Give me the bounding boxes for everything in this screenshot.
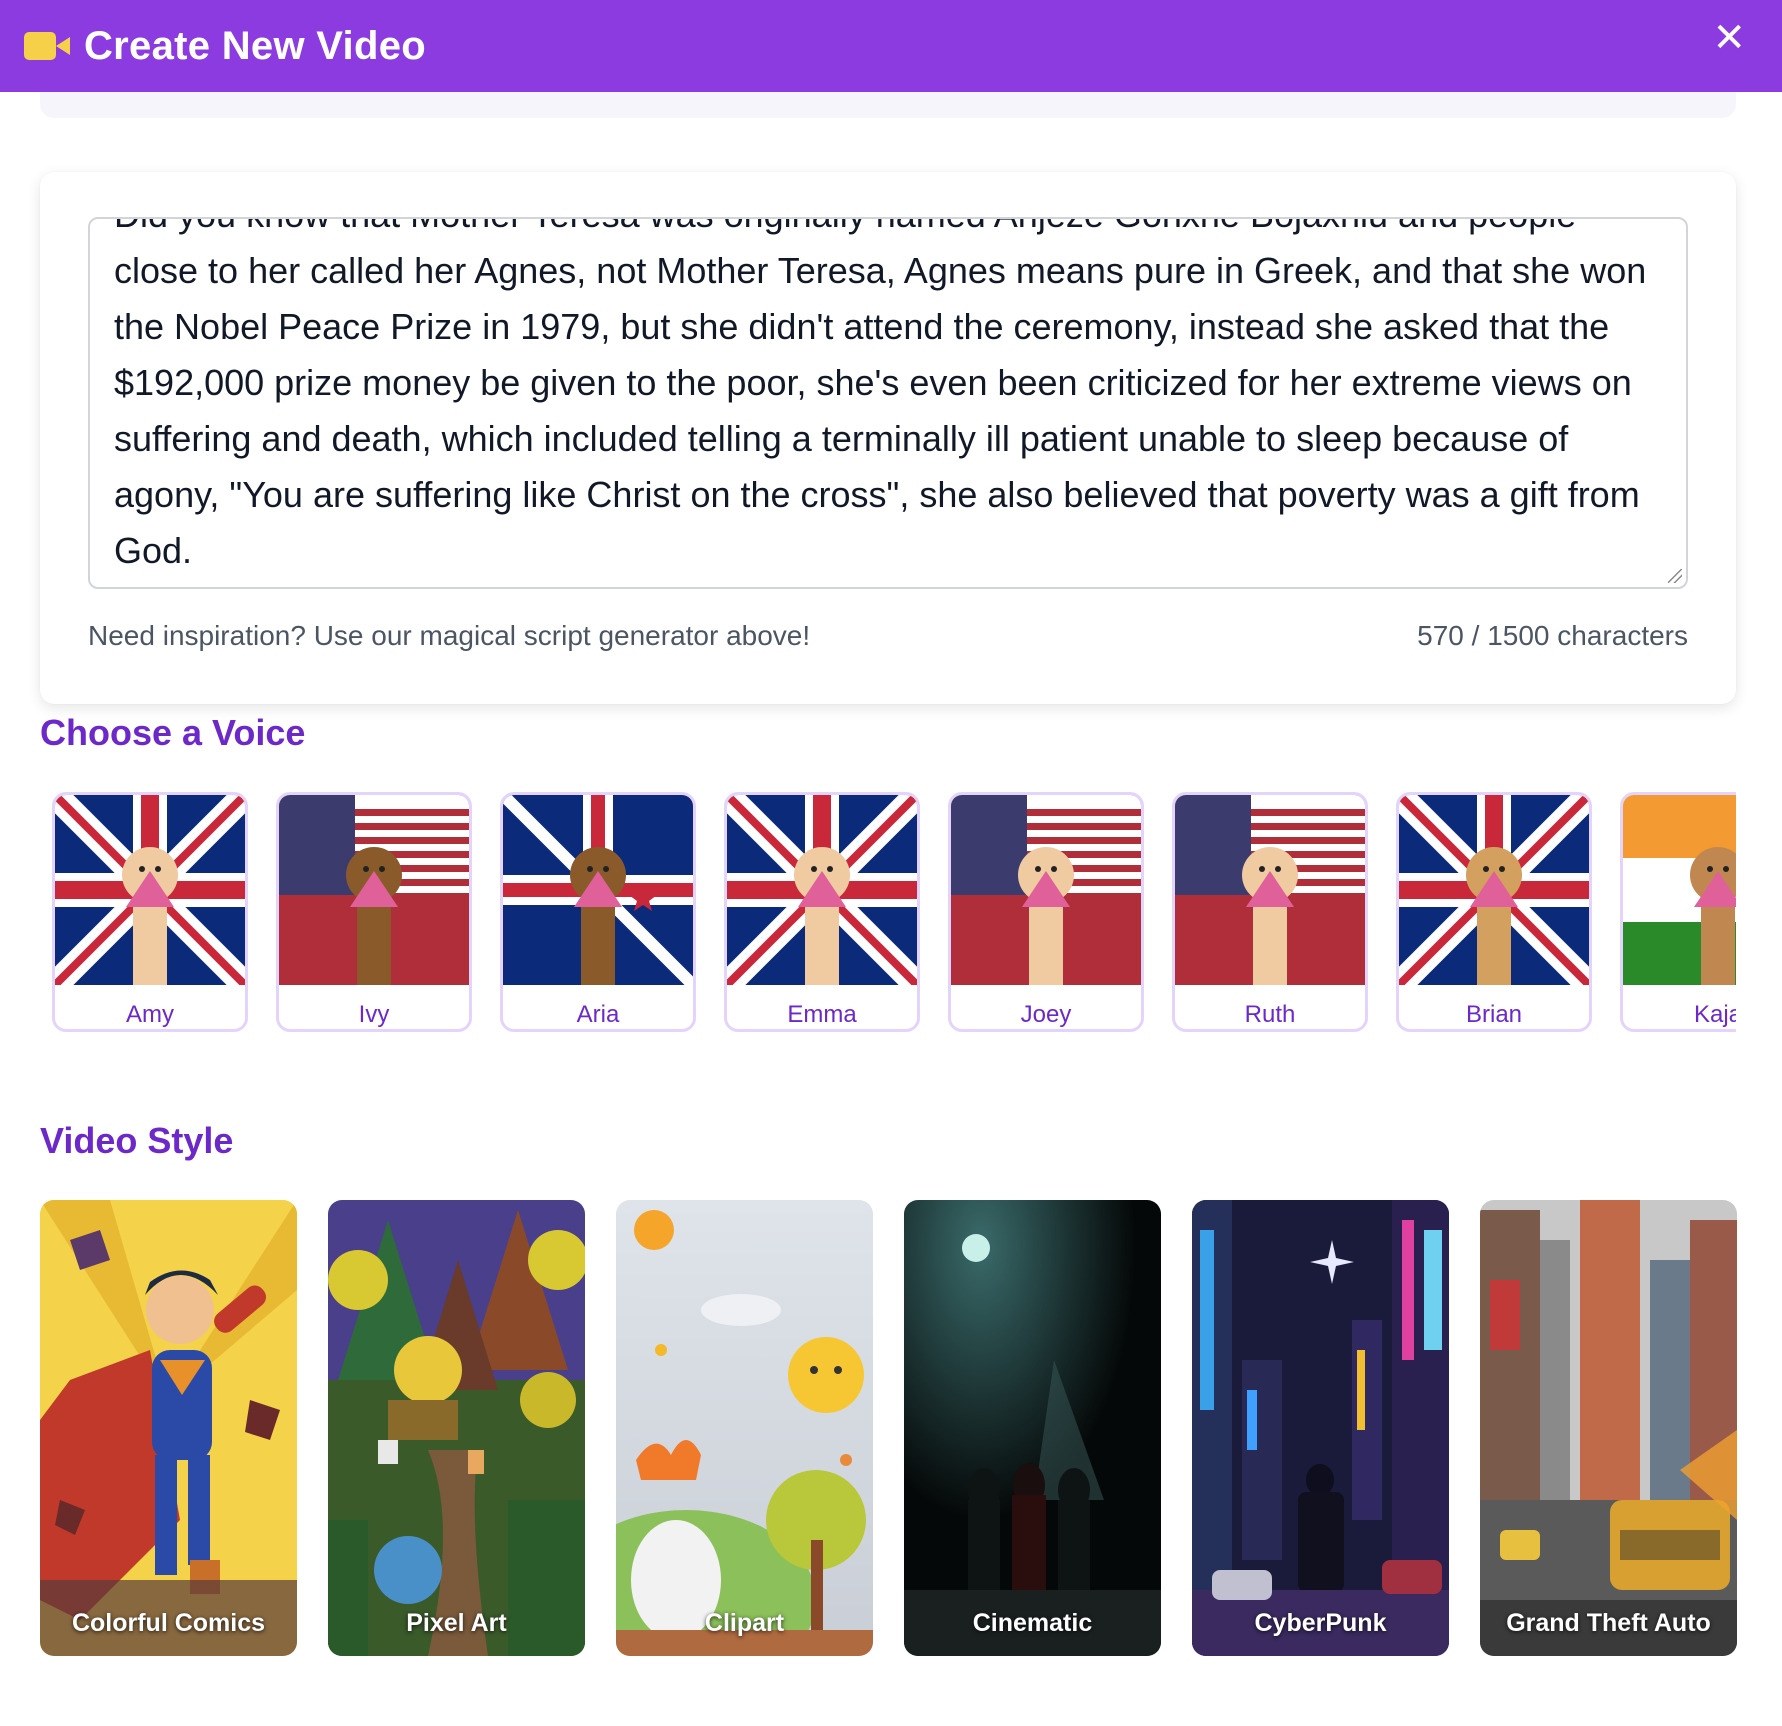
voice-name: Brian xyxy=(1465,1001,1523,1028)
style-card-grand-theft-auto[interactable]: Grand Theft Auto xyxy=(1480,1200,1737,1656)
voice-name: Ivy xyxy=(358,1001,390,1028)
avatar xyxy=(503,795,693,985)
style-section-title: Video Style xyxy=(40,1120,234,1161)
avatar xyxy=(1399,795,1589,985)
comic-hero-thumbnail xyxy=(40,1200,297,1656)
voice-card-brian[interactable]: Brian xyxy=(1396,792,1592,1032)
avatar xyxy=(279,795,469,985)
cyberpunk-city-thumbnail xyxy=(1192,1200,1449,1656)
character-count: 570 / 1500 characters xyxy=(1417,620,1688,651)
style-card-cinematic[interactable]: Cinematic xyxy=(904,1200,1161,1656)
script-hint: Need inspiration? Use our magical script… xyxy=(88,620,811,651)
script-generator-card xyxy=(40,92,1736,118)
modal-title: Create New Video xyxy=(84,23,426,68)
voice-name: Aria xyxy=(576,1001,620,1028)
voice-name: Amy xyxy=(126,1001,174,1028)
avatar xyxy=(1623,795,1736,985)
voice-name: Joey xyxy=(1020,1001,1072,1028)
voice-card-ivy[interactable]: Ivy xyxy=(276,792,472,1032)
avatar xyxy=(727,795,917,985)
voice-card-ruth[interactable]: Ruth xyxy=(1172,792,1368,1032)
cinematic-scene-thumbnail xyxy=(904,1200,1161,1656)
style-label: CyberPunk xyxy=(1254,1609,1387,1637)
script-hidden-line: Did you know that Mother Teresa was orig… xyxy=(114,219,1458,235)
voice-card-joey[interactable]: Joey xyxy=(948,792,1144,1032)
style-card-cyberpunk[interactable]: CyberPunk xyxy=(1192,1200,1449,1656)
style-label: Clipart xyxy=(704,1609,785,1637)
video-camera-icon xyxy=(24,32,70,60)
voice-name: Kaja xyxy=(1693,1001,1736,1028)
voice-list: Amy Ivy Aria Emma Joey Ruth Brian Kaja xyxy=(40,788,1736,1040)
script-text: Did you know that Mother Teresa was orig… xyxy=(114,219,1662,579)
voice-name: Ruth xyxy=(1244,1001,1296,1028)
pixel-forest-thumbnail xyxy=(328,1200,585,1656)
script-textarea[interactable]: Did you know that Mother Teresa was orig… xyxy=(88,217,1688,589)
voice-card-amy[interactable]: Amy xyxy=(52,792,248,1032)
style-list: Colorful Comics Pixel Art Clipart Cinema… xyxy=(40,1200,1737,1656)
avatar xyxy=(1175,795,1365,985)
style-label: Cinematic xyxy=(972,1609,1093,1637)
gta-street-thumbnail xyxy=(1480,1200,1737,1656)
script-card: Did you know that Mother Teresa was orig… xyxy=(40,172,1736,704)
voice-card-kaja[interactable]: Kaja xyxy=(1620,792,1736,1032)
clipart-landscape-thumbnail xyxy=(616,1200,873,1656)
style-label: Pixel Art xyxy=(406,1609,507,1637)
style-label: Grand Theft Auto xyxy=(1506,1609,1711,1637)
style-card-colorful-comics[interactable]: Colorful Comics xyxy=(40,1200,297,1656)
voice-card-aria[interactable]: Aria xyxy=(500,792,696,1032)
avatar xyxy=(55,795,245,985)
voice-card-emma[interactable]: Emma xyxy=(724,792,920,1032)
avatar xyxy=(951,795,1141,985)
style-label: Colorful Comics xyxy=(71,1609,266,1637)
voice-name: Emma xyxy=(787,1001,857,1028)
modal-header: Create New Video ✕ xyxy=(0,0,1782,92)
resize-handle[interactable] xyxy=(1668,569,1682,583)
style-card-clipart[interactable]: Clipart xyxy=(616,1200,873,1656)
voice-section-title: Choose a Voice xyxy=(40,712,306,753)
script-visible-text: people close to her called her Agnes, no… xyxy=(114,219,1647,571)
style-card-pixel-art[interactable]: Pixel Art xyxy=(328,1200,585,1656)
close-icon[interactable]: ✕ xyxy=(1712,18,1746,58)
